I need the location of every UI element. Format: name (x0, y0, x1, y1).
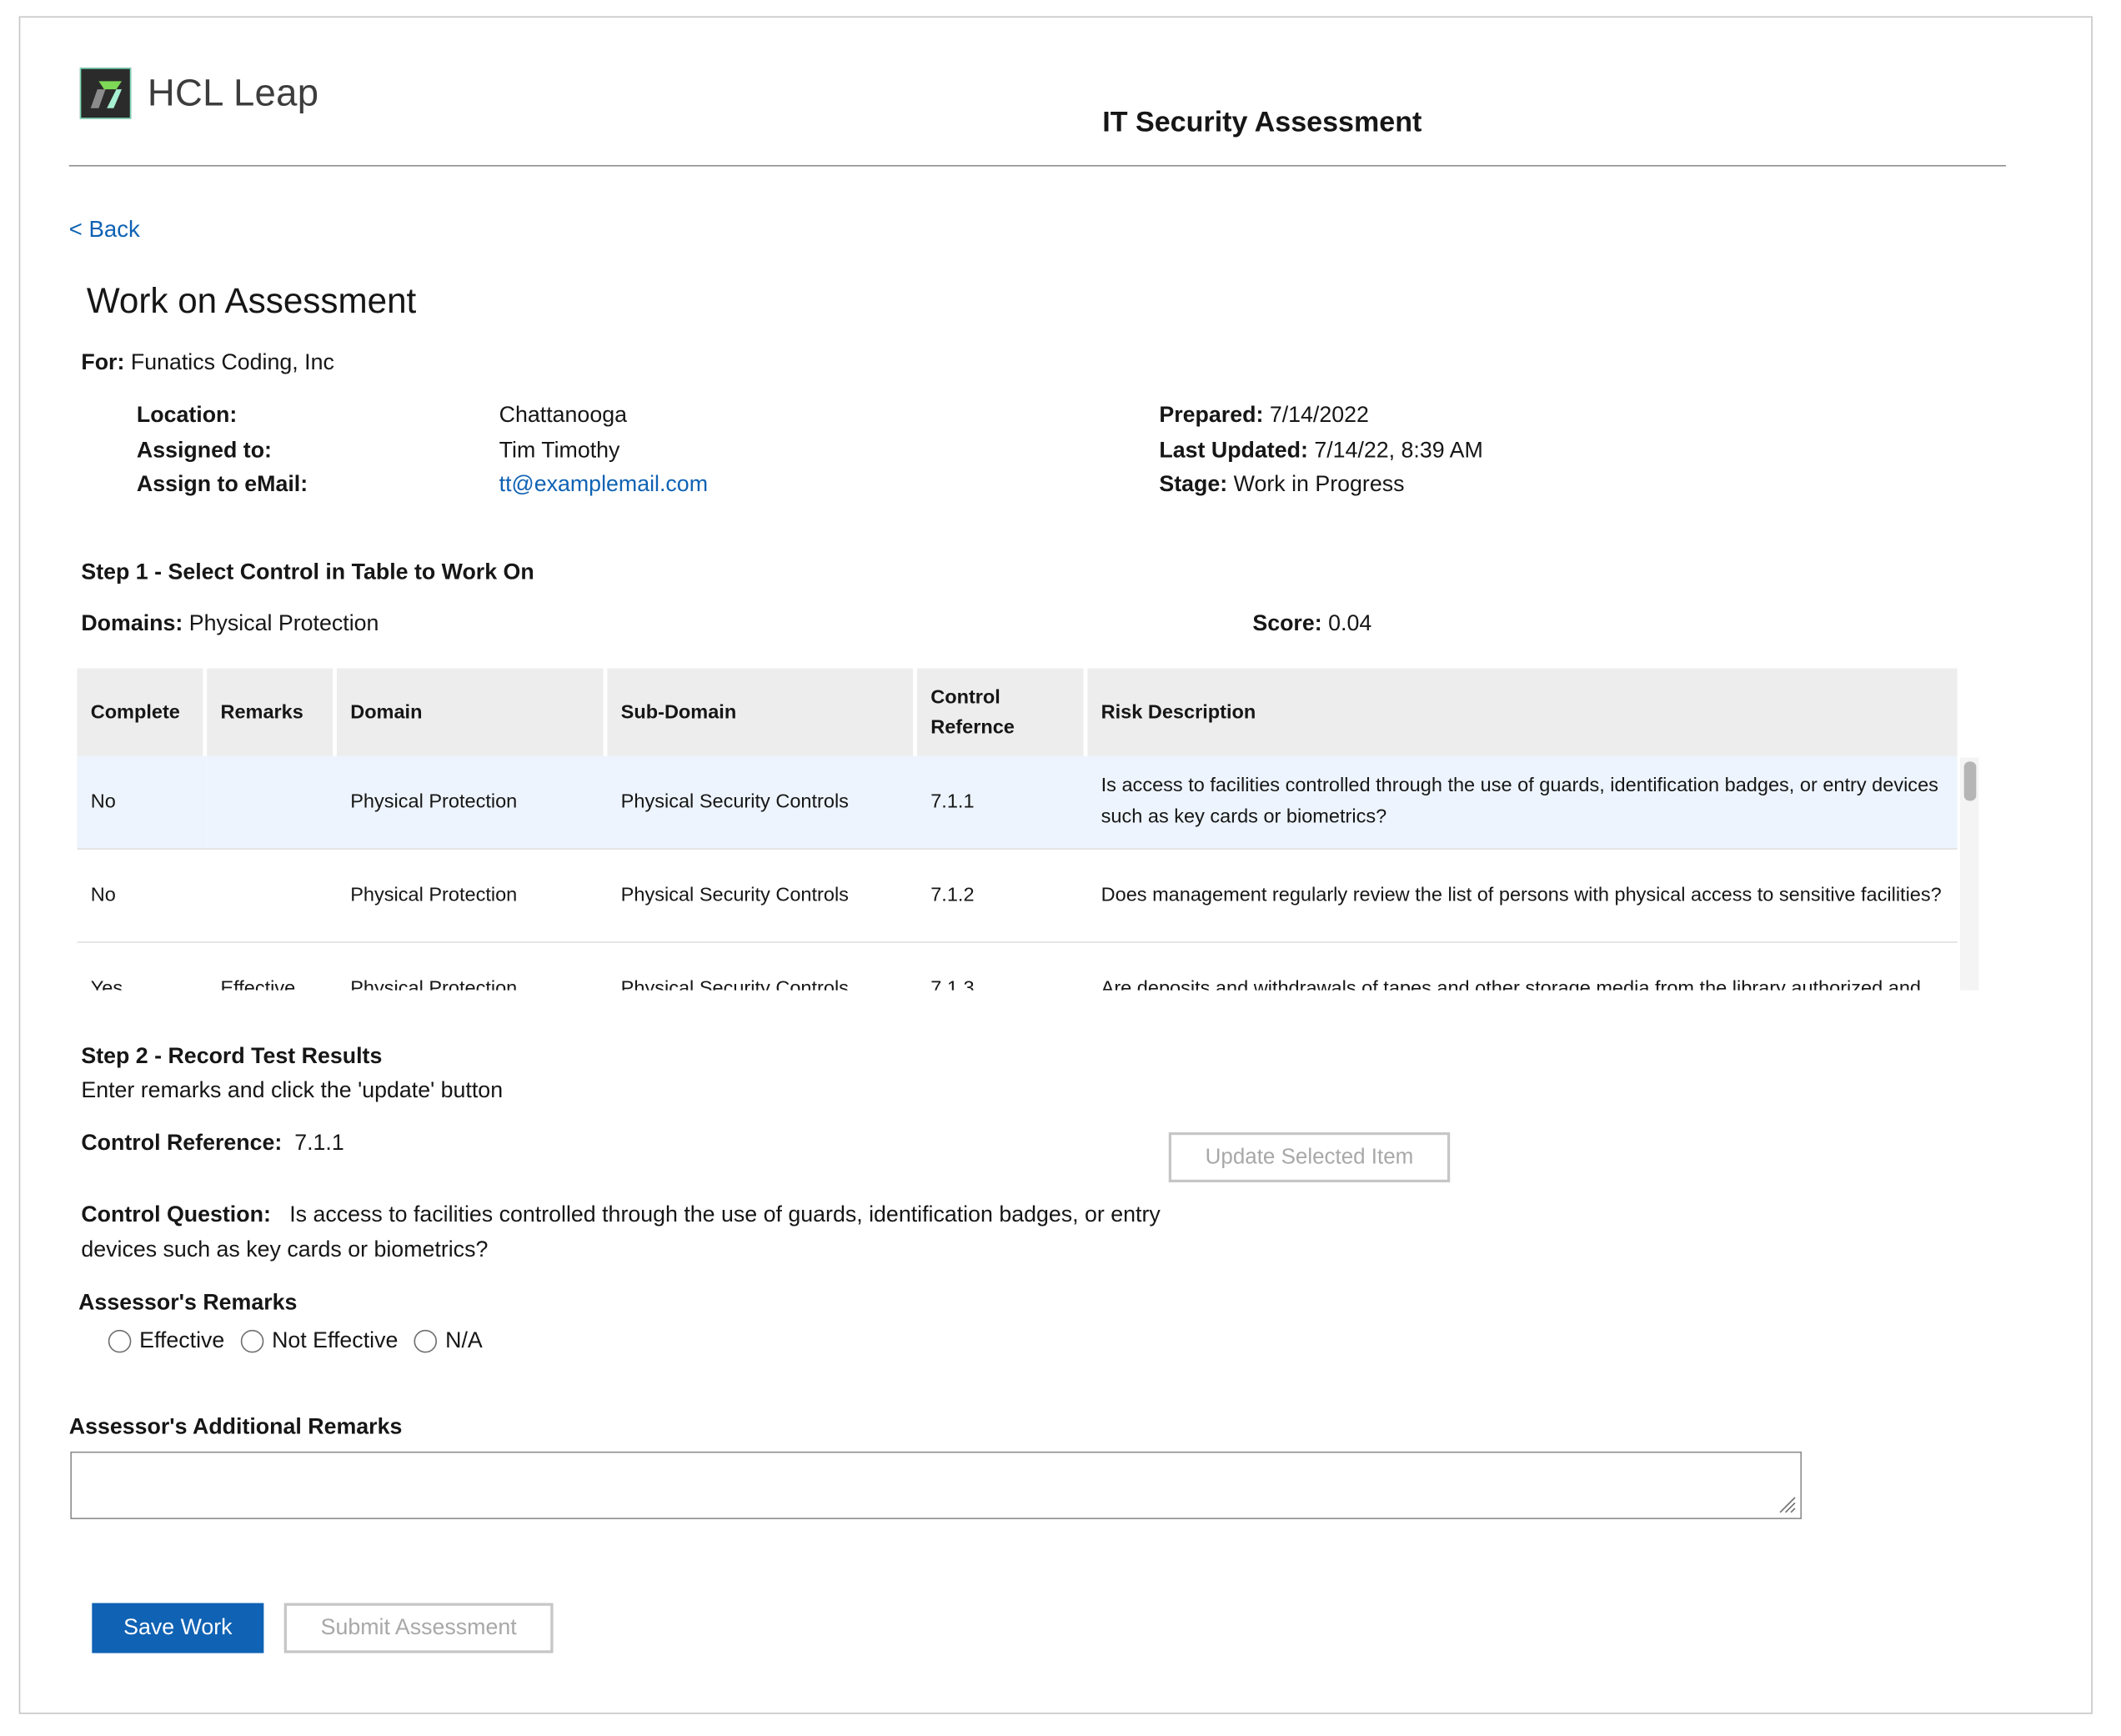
table-scrollbar-thumb[interactable] (1963, 761, 1977, 801)
prepared-value: 7/14/2022 (1269, 403, 1369, 428)
stage-label: Stage: (1159, 472, 1228, 497)
for-value: Funatics Coding, Inc (130, 350, 334, 375)
cell-sub-domain: Physical Security Controls (607, 850, 917, 943)
cell-complete: No (77, 755, 208, 850)
assigned-value: Tim Timothy (499, 437, 620, 463)
radio-circle-icon[interactable] (240, 1329, 264, 1353)
score-label: Score: (1252, 611, 1322, 636)
column-header-remarks[interactable]: Remarks (207, 668, 337, 756)
cell-control-reference: 7.1.3 (917, 943, 1087, 990)
for-label: For: (81, 350, 125, 375)
cell-complete: No (77, 850, 208, 943)
domains-value: Physical Protection (188, 611, 379, 636)
cell-control-reference: 7.1.2 (916, 850, 1088, 943)
score-value: 0.04 (1328, 611, 1372, 636)
table-row[interactable]: No Physical Protection Physical Security… (77, 755, 1958, 850)
save-work-button[interactable]: Save Work (92, 1603, 264, 1653)
radio-na-label: N/A (445, 1328, 483, 1353)
cell-complete: Yes (77, 943, 207, 990)
radio-not-effective-label: Not Effective (272, 1328, 399, 1353)
details-left-values: Chattanooga Tim Timothy tt@examplemail.c… (499, 399, 708, 503)
controls-grid: Complete Remarks Domain Sub-Domain Contr… (77, 668, 1958, 991)
step1-title: Step 1 - Select Control in Table to Work… (81, 559, 534, 585)
control-question-label: Control Question: (81, 1202, 271, 1227)
email-label: Assign to eMail: (136, 472, 308, 497)
step2-hint: Enter remarks and click the 'update' but… (81, 1078, 504, 1103)
cell-domain: Physical Protection (336, 850, 608, 943)
cell-remarks (207, 850, 337, 943)
details-right: Prepared: 7/14/2022 Last Updated: 7/14/2… (1159, 399, 1482, 503)
cell-remarks (207, 755, 337, 850)
column-header-control-reference[interactable]: Control Refernce (916, 668, 1088, 756)
score-line: Score: 0.04 (1252, 611, 1371, 637)
cell-remarks: Effective (207, 943, 337, 990)
domains-label: Domains: (81, 611, 183, 636)
column-header-domain[interactable]: Domain (336, 668, 608, 756)
brand-name: HCL Leap (147, 71, 319, 114)
additional-remarks-title: Assessor's Additional Remarks (68, 1415, 403, 1440)
radio-circle-icon[interactable] (108, 1329, 132, 1353)
page-title: Work on Assessment (86, 279, 417, 321)
submit-assessment-button[interactable]: Submit Assessment (283, 1603, 554, 1653)
resize-grip-icon[interactable] (1778, 1495, 1797, 1514)
page: HCL Leap IT Security Assessment < Back W… (0, 0, 2121, 1736)
location-label: Location: (136, 403, 238, 428)
cell-risk-description: Are deposits and withdrawals of tapes an… (1087, 943, 1957, 990)
additional-remarks-textarea[interactable] (70, 1451, 1803, 1519)
radio-circle-icon[interactable] (414, 1329, 438, 1353)
email-link[interactable]: tt@examplemail.com (499, 468, 708, 502)
radio-not-effective[interactable]: Not Effective (240, 1328, 399, 1354)
header-divider (68, 164, 2007, 167)
brand-logo: HCL Leap (79, 68, 319, 119)
updated-label: Last Updated: (1159, 437, 1308, 463)
stage-value: Work in Progress (1233, 472, 1405, 497)
control-reference-value: 7.1.1 (294, 1131, 344, 1156)
assigned-label: Assigned to: (136, 437, 272, 463)
cell-sub-domain: Physical Security Controls (607, 943, 917, 990)
control-question: Control Question: Is access to facilitie… (81, 1197, 1163, 1267)
updated-value: 7/14/22, 8:39 AM (1314, 437, 1483, 463)
location-value: Chattanooga (499, 403, 627, 428)
cell-domain: Physical Protection (336, 755, 608, 850)
back-link[interactable]: < Back (69, 217, 140, 243)
cell-domain: Physical Protection (337, 943, 607, 990)
cell-risk-description: Does management regularly review the lis… (1087, 850, 1958, 943)
app-title: IT Security Assessment (1102, 107, 1422, 138)
cell-sub-domain: Physical Security Controls (607, 755, 917, 850)
column-header-complete[interactable]: Complete (77, 668, 208, 756)
assessor-remarks-title: Assessor's Remarks (78, 1290, 298, 1315)
table-header-row: Complete Remarks Domain Sub-Domain Contr… (77, 668, 1958, 756)
control-reference-label: Control Reference: (81, 1131, 283, 1156)
column-header-risk-description[interactable]: Risk Description (1087, 668, 1958, 756)
cell-risk-description: Is access to facilities controlled throu… (1087, 755, 1958, 850)
for-line: For: Funatics Coding, Inc (81, 350, 334, 376)
radio-effective[interactable]: Effective (108, 1328, 225, 1354)
control-reference-line: Control Reference: 7.1.1 (81, 1131, 343, 1156)
column-header-sub-domain[interactable]: Sub-Domain (607, 668, 917, 756)
table-row[interactable]: Yes Effective Physical Protection Physic… (77, 943, 1957, 990)
radio-na[interactable]: N/A (414, 1328, 483, 1354)
domains-line: Domains: Physical Protection (81, 611, 379, 637)
step2-title: Step 2 - Record Test Results (81, 1044, 383, 1069)
assessor-remarks-radio-group: Effective Not Effective N/A (108, 1328, 499, 1354)
hcl-leap-logo-icon (79, 68, 132, 119)
details-left-labels: Location: Assigned to: Assign to eMail: (137, 399, 308, 503)
controls-table[interactable]: Complete Remarks Domain Sub-Domain Contr… (77, 668, 1984, 991)
table-row[interactable]: No Physical Protection Physical Security… (77, 850, 1958, 943)
prepared-label: Prepared: (1159, 403, 1264, 428)
radio-effective-label: Effective (139, 1328, 225, 1353)
update-selected-item-button[interactable]: Update Selected Item (1168, 1131, 1451, 1182)
cell-control-reference: 7.1.1 (916, 755, 1088, 850)
